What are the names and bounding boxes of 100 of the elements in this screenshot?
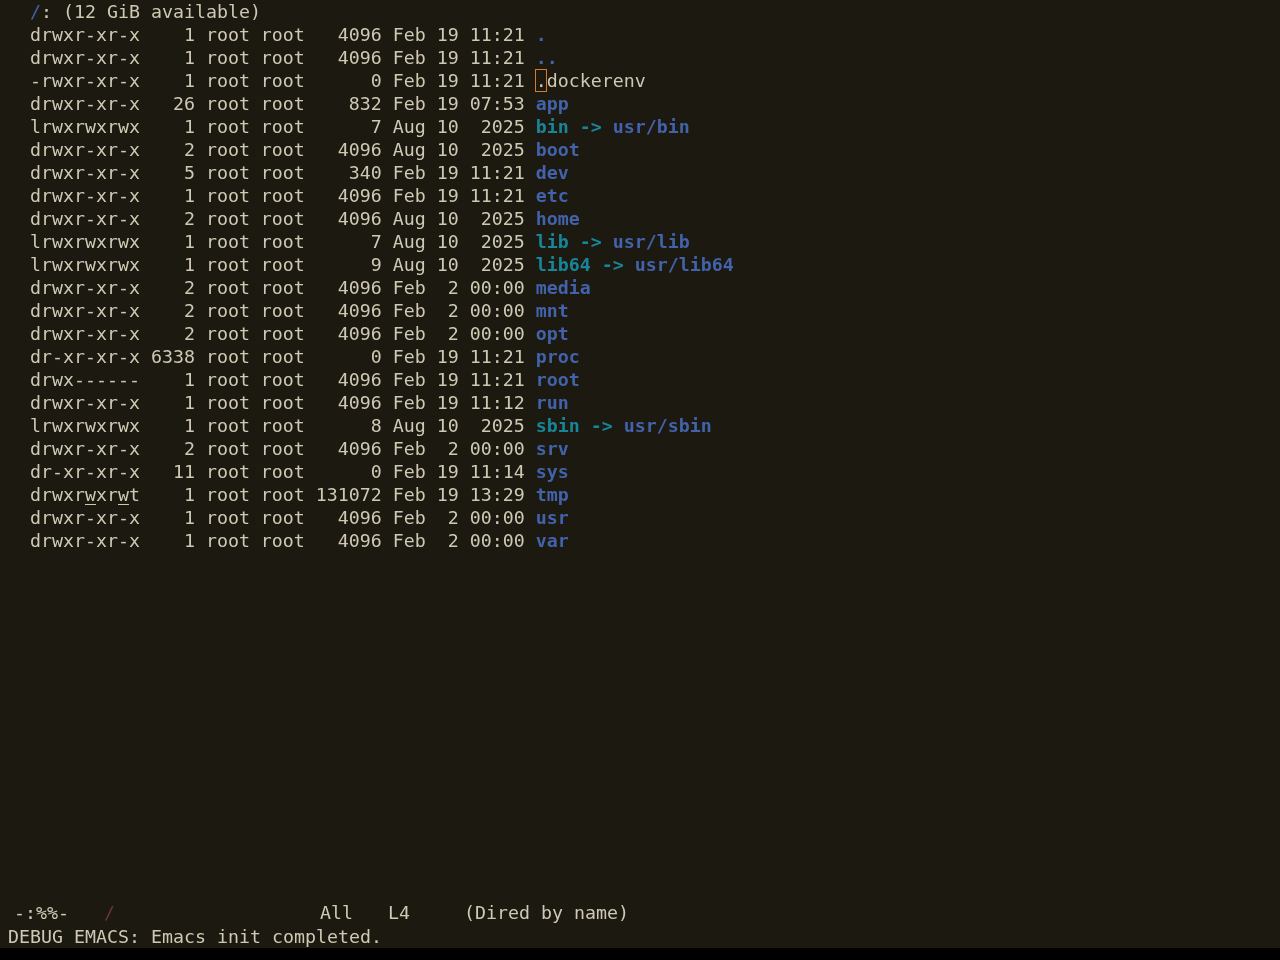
permissions-text: lrwxrwxrwx — [30, 230, 140, 253]
echo-message: DEBUG EMACS: Emacs init completed. — [8, 925, 382, 947]
file-name[interactable]: mnt — [535, 299, 569, 322]
permissions-text: drwxr-xr-x — [30, 23, 140, 46]
modified-date: Aug 10 2025 — [392, 207, 525, 230]
group-name: root — [260, 368, 305, 391]
file-name[interactable]: var — [535, 529, 569, 552]
owner-name: root — [205, 299, 250, 322]
link-count: 2 — [183, 276, 195, 299]
link-count: 2 — [183, 207, 195, 230]
modeline-status: -:%%- — [14, 901, 69, 923]
file-name[interactable]: etc — [535, 184, 569, 207]
link-count: 1 — [183, 253, 195, 276]
symlink-target[interactable]: usr/sbin — [623, 414, 712, 437]
file-name[interactable]: proc — [535, 345, 580, 368]
group-name: root — [260, 483, 305, 506]
permissions-text: drwx------ — [30, 368, 140, 391]
owner-name: root — [205, 46, 250, 69]
link-count: 1 — [183, 391, 195, 414]
file-name[interactable]: media — [535, 276, 591, 299]
owner-name: root — [205, 414, 250, 437]
file-name[interactable]: bin — [535, 115, 569, 138]
file-size: 4096 — [337, 207, 382, 230]
file-size: 7 — [370, 230, 382, 253]
modified-date: Aug 10 2025 — [392, 138, 525, 161]
symlink-target[interactable]: usr/lib64 — [634, 253, 734, 276]
file-name[interactable]: sbin — [535, 414, 580, 437]
owner-name: root — [205, 368, 250, 391]
file-size: 8 — [370, 414, 382, 437]
modified-date: Feb 19 11:21 — [392, 368, 525, 391]
file-name[interactable]: home — [535, 207, 580, 230]
file-size: 7 — [370, 115, 382, 138]
file-size: 4096 — [337, 46, 382, 69]
file-name[interactable]: . — [535, 23, 547, 46]
link-count: 2 — [183, 322, 195, 345]
owner-name: root — [205, 23, 250, 46]
file-name[interactable]: lib — [535, 230, 569, 253]
permissions-text: dr-xr-xr-x — [30, 460, 140, 483]
owner-name: root — [205, 437, 250, 460]
group-name: root — [260, 92, 305, 115]
file-size: 4096 — [337, 506, 382, 529]
group-name: root — [260, 69, 305, 92]
owner-name: root — [205, 460, 250, 483]
owner-name: root — [205, 230, 250, 253]
file-name[interactable]: .. — [535, 46, 558, 69]
file-name[interactable]: boot — [535, 138, 580, 161]
permissions-text: drwxr-xr-x — [30, 138, 140, 161]
group-name: root — [260, 506, 305, 529]
link-count: 2 — [183, 299, 195, 322]
file-name[interactable]: srv — [535, 437, 569, 460]
owner-name: root — [205, 161, 250, 184]
file-name[interactable]: sys — [535, 460, 569, 483]
file-size: 131072 — [315, 483, 382, 506]
permissions-text: drwxrwxrwt — [30, 483, 140, 506]
file-name[interactable]: dev — [535, 161, 569, 184]
link-count: 2 — [183, 437, 195, 460]
file-name[interactable]: root — [535, 368, 580, 391]
file-name[interactable]: opt — [535, 322, 569, 345]
permissions-text: drwxr-xr-x — [30, 529, 140, 552]
owner-name: root — [205, 115, 250, 138]
link-count: 5 — [183, 161, 195, 184]
link-count: 1 — [183, 368, 195, 391]
buffer-name: / — [104, 901, 115, 923]
group-name: root — [260, 437, 305, 460]
group-name: root — [260, 207, 305, 230]
permissions-text: lrwxrwxrwx — [30, 414, 140, 437]
modified-date: Feb 19 11:21 — [392, 161, 525, 184]
permissions-text: drwxr-xr-x — [30, 184, 140, 207]
group-name: root — [260, 230, 305, 253]
link-count: 1 — [183, 529, 195, 552]
file-size: 4096 — [337, 138, 382, 161]
file-name[interactable]: lib64 — [535, 253, 591, 276]
link-count: 1 — [183, 184, 195, 207]
link-count: 1 — [183, 115, 195, 138]
modified-date: Aug 10 2025 — [392, 253, 525, 276]
group-name: root — [260, 414, 305, 437]
permissions-text: drwxr-xr-x — [30, 437, 140, 460]
permissions-text: lrwxrwxrwx — [30, 115, 140, 138]
file-name[interactable]: tmp — [535, 483, 569, 506]
group-name: root — [260, 276, 305, 299]
modified-date: Feb 19 11:21 — [392, 184, 525, 207]
file-size: 4096 — [337, 23, 382, 46]
file-size: 0 — [370, 69, 382, 92]
file-name[interactable]: run — [535, 391, 569, 414]
file-size: 4096 — [337, 322, 382, 345]
file-name[interactable]: app — [535, 92, 569, 115]
owner-name: root — [205, 345, 250, 368]
file-size: 4096 — [337, 368, 382, 391]
symlink-target[interactable]: usr/bin — [612, 115, 690, 138]
link-count: 1 — [183, 506, 195, 529]
permissions-text: lrwxrwxrwx — [30, 253, 140, 276]
link-count: 2 — [183, 138, 195, 161]
file-name[interactable]: usr — [535, 506, 569, 529]
file-size: 832 — [348, 92, 382, 115]
modified-date: Feb 19 11:21 — [392, 46, 525, 69]
file-size: 4096 — [337, 437, 382, 460]
group-name: root — [260, 299, 305, 322]
permissions-text: -rwxr-xr-x — [30, 69, 140, 92]
symlink-target[interactable]: usr/lib — [612, 230, 690, 253]
permissions-text: drwxr-xr-x — [30, 161, 140, 184]
